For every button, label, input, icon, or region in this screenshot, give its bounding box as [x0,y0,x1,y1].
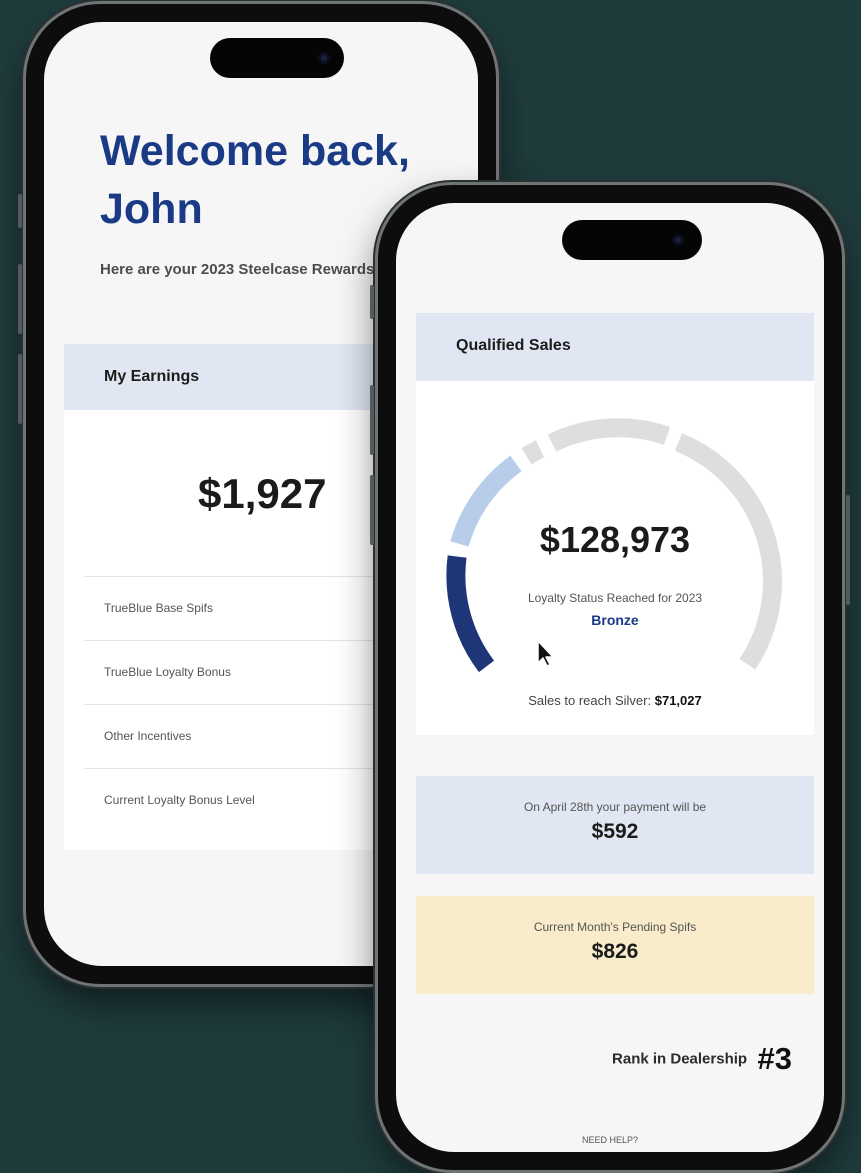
gauge-segment-silver [547,418,671,452]
pending-spifs-label: Current Month's Pending Spifs [533,920,697,934]
earnings-row-label: Other Incentives [104,729,192,743]
qualified-sales-card: $128,973 Loyalty Status Reached for 2023… [416,381,814,735]
earnings-row-label: TrueBlue Base Spifs [104,601,213,615]
dynamic-island [562,220,702,260]
welcome-subtitle: Here are your 2023 Steelcase Rewards [100,261,375,278]
pointer-cursor-icon [537,640,554,667]
pending-spifs-card: Current Month's Pending Spifs $826 [416,896,814,994]
payment-amount: $592 [591,820,639,843]
power-button [846,495,850,605]
sales-to-silver-amount: $71,027 [654,693,702,708]
dealership-rank: Rank in Dealership #3 [612,1041,792,1077]
volume-down-button [370,475,374,545]
sales-to-silver-label: Sales to reach Silver: [528,693,652,708]
volume-up-button [18,264,22,334]
payment-label: On April 28th your payment will be [523,800,707,814]
action-button [370,285,374,319]
camera-icon [318,52,330,64]
earnings-row-label: Current Loyalty Bonus Level [104,793,255,807]
rank-label: Rank in Dealership [612,1050,748,1068]
gauge-segment-small [521,440,545,465]
loyalty-status-label: Loyalty Status Reached for 2023 [527,591,703,605]
sales-phone: Qualified Sales $128,973 Loyalty Status … [370,185,850,1170]
camera-icon [672,234,684,246]
action-button [18,194,22,228]
need-help-link[interactable]: NEED HELP? [396,1135,824,1145]
sales-to-silver: Sales to reach Silver: $71,027 [416,693,814,708]
volume-down-button [18,354,22,424]
loyalty-tier: Bronze [591,612,639,628]
payment-card: On April 28th your payment will be $592 [416,776,814,874]
qualified-sales-header: Qualified Sales [416,313,814,381]
earnings-total: $1,927 [198,470,327,517]
dynamic-island [210,38,344,78]
qualified-sales-amount: $128,973 [539,519,691,560]
rank-value: #3 [757,1041,792,1076]
sales-screen: Qualified Sales $128,973 Loyalty Status … [396,203,824,1152]
earnings-row-label: TrueBlue Loyalty Bonus [104,665,231,679]
volume-up-button [370,385,374,455]
pending-spifs-amount: $826 [591,940,639,963]
my-earnings-title: My Earnings [104,368,200,385]
qualified-sales-title: Qualified Sales [456,337,571,354]
